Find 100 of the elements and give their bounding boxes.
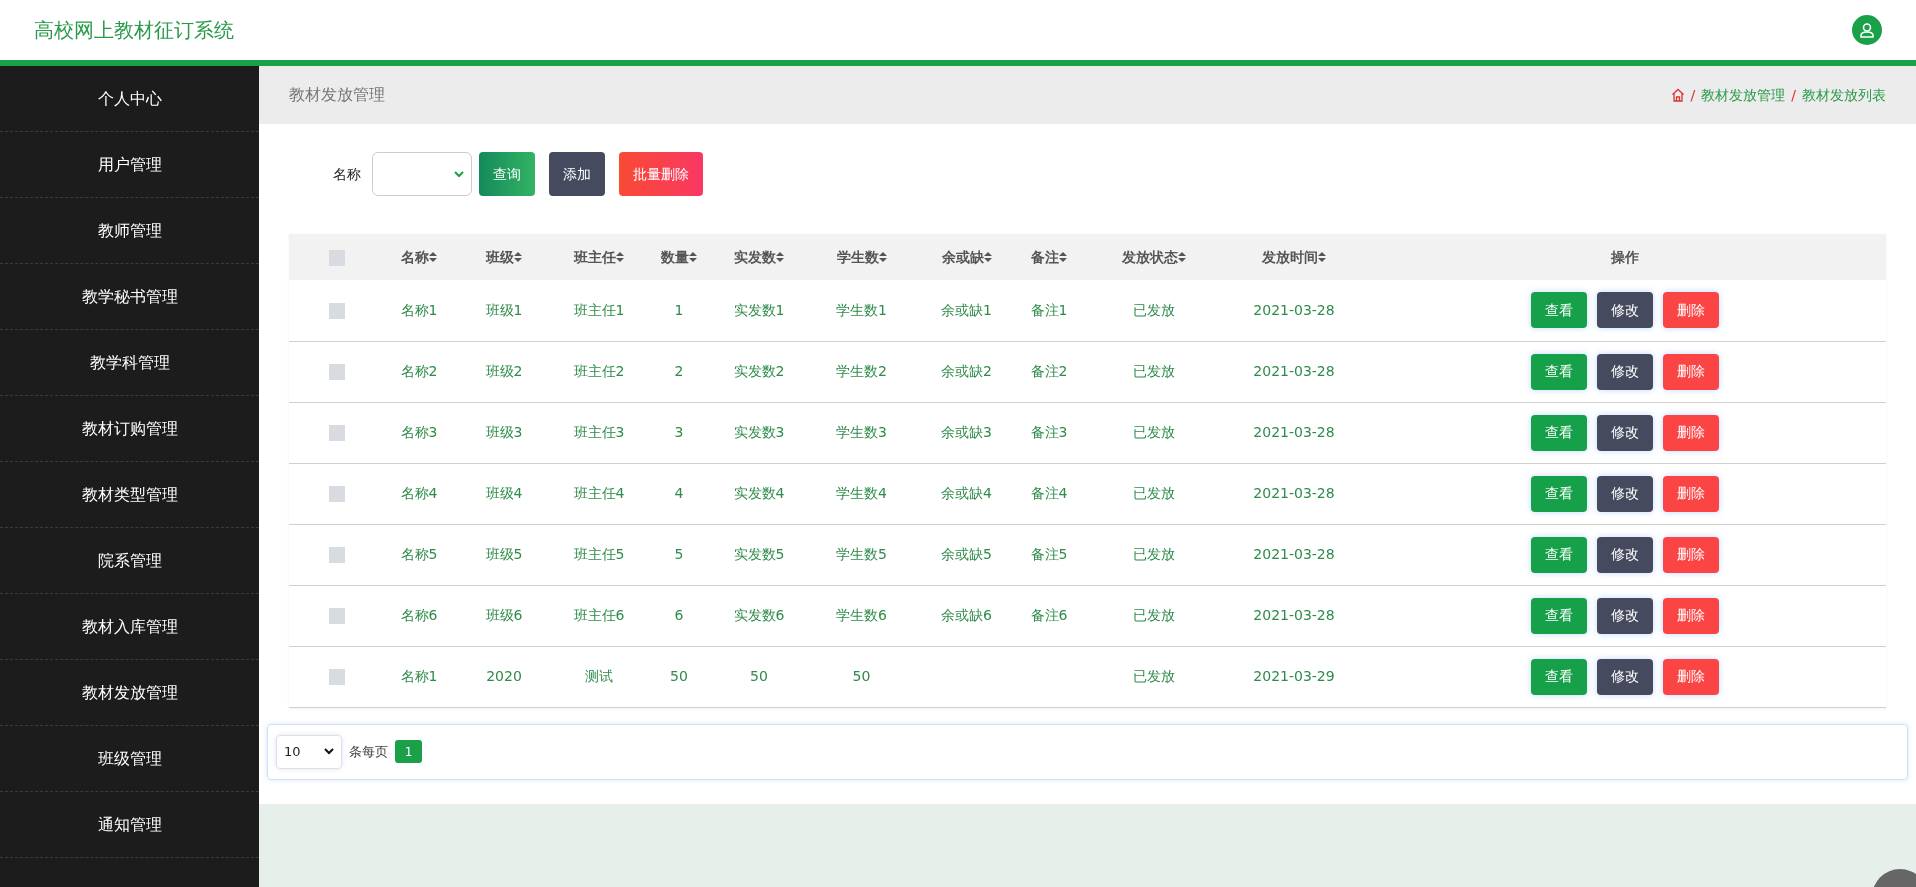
table-cell: 班主任2: [573, 363, 625, 379]
view-button[interactable]: 查看: [1531, 658, 1587, 695]
table-cell: 已发放: [1133, 485, 1175, 501]
table-cell: 50: [852, 668, 871, 684]
table-cell: 班级3: [485, 424, 523, 440]
table-cell: 备注3: [1030, 424, 1068, 440]
table-cell: 班级2: [485, 363, 523, 379]
row-checkbox[interactable]: [328, 364, 345, 380]
edit-button[interactable]: 修改: [1597, 414, 1653, 451]
table-cell: 2: [674, 363, 684, 379]
table-cell: 2020: [486, 668, 522, 684]
add-button[interactable]: 添加: [548, 152, 605, 196]
table-cell: 学生数5: [836, 546, 887, 562]
home-icon[interactable]: [1670, 88, 1685, 102]
view-button[interactable]: 查看: [1531, 597, 1587, 634]
caret-icon: [324, 748, 334, 755]
table-cell: 2021-03-29: [1253, 668, 1335, 684]
table-cell: 2021-03-28: [1253, 607, 1335, 623]
table-cell: 余或缺4: [941, 485, 992, 501]
table-cell: 2021-03-28: [1253, 301, 1335, 318]
table-cell: 班主任6: [573, 607, 625, 623]
sort-icon[interactable]: [1178, 252, 1186, 262]
sort-icon[interactable]: [689, 252, 697, 262]
table-cell: 50: [670, 668, 688, 684]
edit-button[interactable]: 修改: [1597, 353, 1653, 390]
table-cell: 实发数3: [733, 424, 785, 440]
delete-button[interactable]: 删除: [1663, 353, 1719, 390]
table-cell: 名称2: [400, 363, 438, 379]
row-checkbox[interactable]: [328, 425, 345, 441]
view-button[interactable]: 查看: [1531, 292, 1587, 329]
delete-button[interactable]: 删除: [1663, 658, 1719, 695]
view-button[interactable]: 查看: [1531, 353, 1587, 390]
table-cell: 备注2: [1030, 363, 1068, 379]
delete-button[interactable]: 删除: [1663, 536, 1719, 573]
edit-button[interactable]: 修改: [1597, 536, 1653, 573]
view-button[interactable]: 查看: [1531, 536, 1587, 573]
table-cell: 班级4: [485, 485, 523, 501]
page-button[interactable]: 1: [395, 740, 422, 763]
sort-icon[interactable]: [776, 252, 784, 262]
table-cell: 备注6: [1030, 607, 1068, 623]
table-cell: 实发数5: [733, 546, 785, 562]
row-checkbox[interactable]: [328, 302, 345, 319]
table-cell: 余或缺2: [941, 363, 992, 379]
page-title: 教材发放管理: [289, 84, 385, 106]
table-cell: 班主任3: [573, 424, 625, 440]
search-label: 名称: [333, 164, 361, 184]
sort-icon[interactable]: [616, 252, 624, 262]
delete-button[interactable]: 删除: [1663, 414, 1719, 451]
sort-icon[interactable]: [429, 252, 437, 262]
view-button[interactable]: 查看: [1531, 414, 1587, 451]
sort-icon[interactable]: [1059, 252, 1067, 262]
table-cell: 班级1: [485, 301, 523, 318]
view-button[interactable]: 查看: [1531, 475, 1587, 512]
sort-icon[interactable]: [983, 252, 992, 262]
user-avatar-icon[interactable]: [1852, 15, 1882, 45]
sort-icon[interactable]: [514, 252, 522, 262]
table-cell: 3: [674, 424, 684, 440]
table-cell: 班级5: [485, 546, 523, 562]
table-cell: 班级6: [485, 607, 523, 623]
row-checkbox[interactable]: [328, 486, 345, 502]
row-checkbox[interactable]: [328, 547, 345, 563]
edit-button[interactable]: 修改: [1597, 658, 1653, 695]
sort-icon[interactable]: [878, 252, 887, 262]
table-cell: 余或缺5: [941, 546, 992, 562]
page-size-select[interactable]: 10: [276, 734, 342, 769]
edit-button[interactable]: 修改: [1597, 292, 1653, 329]
row-checkbox[interactable]: [328, 608, 345, 624]
table-cell: 已发放: [1133, 607, 1175, 623]
select-all-checkbox[interactable]: [328, 249, 345, 266]
edit-button[interactable]: 修改: [1597, 597, 1653, 634]
table-cell: 学生数2: [836, 363, 887, 379]
table-cell: 2021-03-28: [1253, 424, 1335, 440]
column-header[interactable]: 班级: [486, 246, 522, 268]
breadcrumb-separator: /: [1791, 85, 1796, 105]
table-cell: 已发放: [1133, 363, 1175, 379]
query-button[interactable]: 查询: [478, 152, 535, 196]
column-header: 操作: [1611, 248, 1639, 265]
table-cell: 备注4: [1030, 485, 1068, 501]
delete-button[interactable]: 批量删除: [618, 152, 703, 196]
table-cell: 已发放: [1133, 301, 1175, 318]
table-cell: 余或缺6: [941, 607, 992, 623]
delete-button[interactable]: 删除: [1663, 292, 1719, 329]
sort-icon[interactable]: [1318, 252, 1326, 262]
delete-button[interactable]: 删除: [1663, 597, 1719, 634]
table-cell: 备注1: [1030, 301, 1068, 318]
table-cell: 班主任5: [573, 546, 625, 562]
page-size-label: 条每页: [349, 742, 388, 761]
row-checkbox[interactable]: [328, 669, 345, 685]
edit-button[interactable]: 修改: [1597, 475, 1653, 512]
table-cell: 名称3: [400, 424, 438, 440]
table-cell: 班主任4: [573, 485, 625, 501]
table-cell: 已发放: [1133, 546, 1175, 562]
table-cell: 名称4: [400, 485, 438, 501]
table-cell: 余或缺3: [941, 424, 992, 440]
table-cell: 名称1: [400, 668, 438, 684]
table-cell: 实发数4: [733, 485, 785, 501]
table-cell: 名称1: [400, 301, 438, 318]
delete-button[interactable]: 删除: [1663, 475, 1719, 512]
table-cell: 6: [674, 607, 684, 623]
table-cell: 学生数6: [836, 607, 887, 623]
